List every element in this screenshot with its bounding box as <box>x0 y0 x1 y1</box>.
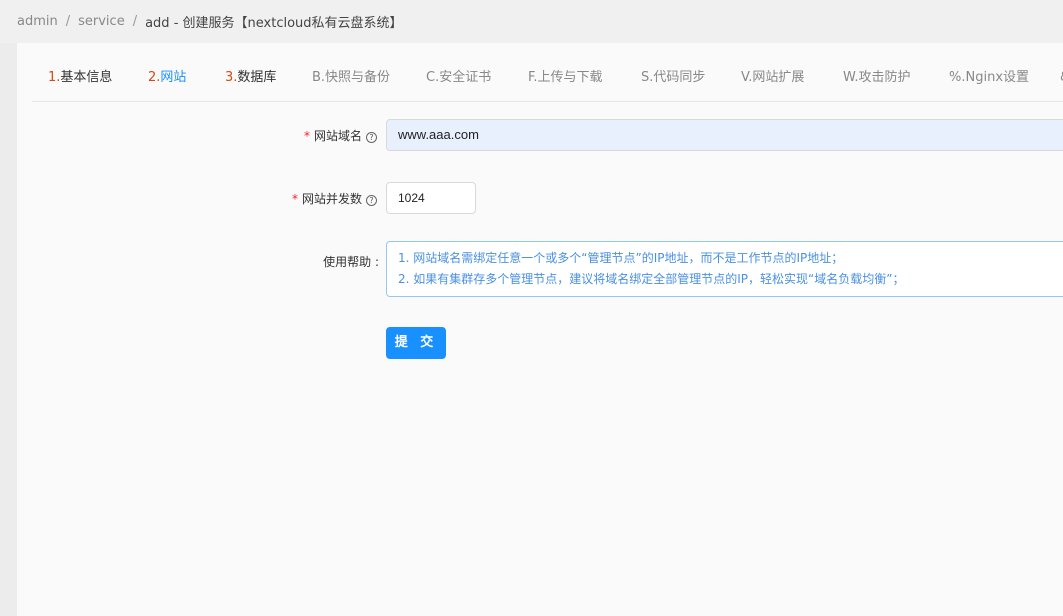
domain-label: * 网站域名? <box>177 127 377 144</box>
help-box: 1. 网站域名需绑定任意一个或多个“管理节点”的IP地址，而不是工作节点的IP地… <box>386 241 1063 297</box>
submit-button[interactable]: 提 交 <box>386 327 446 359</box>
main-panel: 1.基本信息 2.网站 3.数据库 B.快照与备份 C.安全证书 F.上传与下载… <box>17 43 1063 616</box>
tab-ssl-cert[interactable]: C.安全证书 <box>426 65 491 101</box>
tab-website[interactable]: 2.网站 <box>148 65 186 101</box>
tab-database[interactable]: 3.数据库 <box>225 65 276 101</box>
tab-attack-protection[interactable]: W.攻击防护 <box>843 65 911 101</box>
left-margin <box>0 43 17 616</box>
step-tabs: 1.基本信息 2.网站 3.数据库 B.快照与备份 C.安全证书 F.上传与下载… <box>32 65 1063 102</box>
breadcrumb-separator: / <box>132 14 138 29</box>
tab-site-extension[interactable]: V.网站扩展 <box>741 65 804 101</box>
domain-input[interactable]: www.aaa.com <box>386 119 1063 151</box>
breadcrumb-current: add - 创建服务【nextcloud私有云盘系统】 <box>145 16 403 31</box>
tab-upload-download[interactable]: F.上传与下载 <box>528 65 603 101</box>
tab-snapshot-backup[interactable]: B.快照与备份 <box>312 65 390 101</box>
tab-basic-info[interactable]: 1.基本信息 <box>48 65 112 101</box>
help-line-2: 2. 如果有集群存多个管理节点，建议将域名绑定全部管理节点的IP，轻松实现“域名… <box>398 272 905 286</box>
question-circle-icon[interactable]: ? <box>366 195 377 206</box>
tab-nginx-settings[interactable]: %.Nginx设置 <box>949 65 1029 101</box>
concurrency-label: * 网站并发数? <box>177 190 377 207</box>
breadcrumb-separator: / <box>65 14 71 29</box>
breadcrumb: admin / service / add - 创建服务【nextcloud私有… <box>0 0 1063 43</box>
concurrency-input[interactable]: 1024 <box>386 182 476 214</box>
help-line-1: 1. 网站域名需绑定任意一个或多个“管理节点”的IP地址，而不是工作节点的IP地… <box>398 251 844 265</box>
tab-code-sync[interactable]: S.代码同步 <box>641 65 705 101</box>
breadcrumb-admin[interactable]: admin <box>17 14 58 29</box>
help-label: 使用帮助 : <box>323 255 379 269</box>
breadcrumb-service[interactable]: service <box>78 14 125 29</box>
question-circle-icon[interactable]: ? <box>366 132 377 143</box>
